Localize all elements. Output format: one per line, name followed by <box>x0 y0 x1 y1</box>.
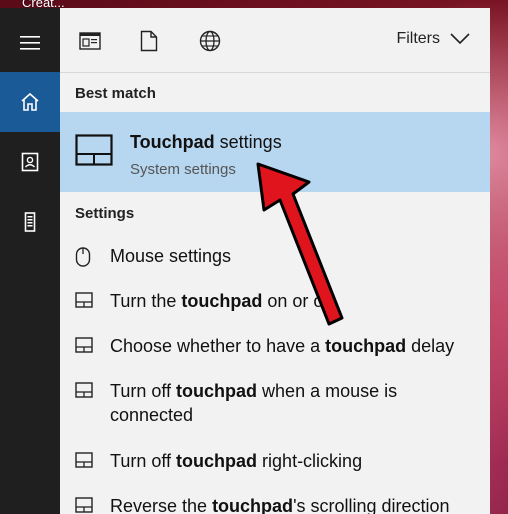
result-text: Mouse settings <box>110 246 232 266</box>
result-touchpad-delay[interactable]: Choose whether to have a touchpad delay <box>60 334 490 364</box>
result-text-post: delay <box>406 336 455 356</box>
result-text-pre: Turn off <box>110 381 177 401</box>
result-touchpad-mouse-connected[interactable]: Turn off touchpad when a mouse is connec… <box>60 379 490 429</box>
result-touchpad-right-click[interactable]: Turn off touchpad right-clicking <box>60 449 490 479</box>
result-text-post: on or off <box>262 291 334 311</box>
device-button[interactable] <box>0 192 60 252</box>
web-filter-button[interactable] <box>198 29 222 53</box>
filters-label: Filters <box>396 30 440 47</box>
result-text-pre: Turn the <box>110 291 182 311</box>
touchpad-icon <box>75 134 113 166</box>
best-match-title: Touchpad settings <box>130 132 282 153</box>
documents-filter-button[interactable] <box>137 29 161 53</box>
best-match-title-rest: settings <box>214 132 282 152</box>
settings-heading: Settings <box>75 205 135 222</box>
touchpad-icon <box>75 382 93 398</box>
apps-icon <box>79 32 101 50</box>
home-button[interactable] <box>0 72 60 132</box>
result-text-post: right-clicking <box>257 451 363 471</box>
touchpad-icon <box>75 337 93 353</box>
best-match-result[interactable]: Touchpad settings System settings <box>60 112 490 192</box>
tower-device-icon <box>24 212 36 232</box>
search-toolbar: Filters <box>60 8 490 72</box>
toolbar-divider <box>60 72 490 73</box>
touchpad-icon <box>75 452 93 468</box>
search-results-panel: Filters Best match Touchpad settings Sys… <box>60 8 490 514</box>
notebook-button[interactable] <box>0 132 60 192</box>
hamburger-menu-icon <box>20 36 40 50</box>
menu-button[interactable] <box>0 13 60 73</box>
web-icon <box>199 30 221 52</box>
filters-dropdown[interactable]: Filters <box>396 30 470 48</box>
result-text-pre: Turn off <box>110 451 177 471</box>
result-turn-touchpad-on-off[interactable]: Turn the touchpad on or off <box>60 289 490 319</box>
documents-icon <box>140 30 158 52</box>
result-touchpad-scroll-direction[interactable]: Reverse the touchpad's scrolling directi… <box>60 494 490 514</box>
touchpad-icon <box>75 497 93 513</box>
result-text-bold: touchpad <box>176 381 258 401</box>
result-text-bold: touchpad <box>181 291 263 311</box>
result-text-pre: Reverse the <box>110 496 213 514</box>
best-match-subtitle: System settings <box>130 161 236 178</box>
best-match-heading: Best match <box>75 85 156 102</box>
touchpad-icon <box>75 292 93 308</box>
mouse-icon <box>75 247 91 267</box>
result-text-pre: Choose whether to have a <box>110 336 326 356</box>
result-mouse-settings[interactable]: Mouse settings <box>60 244 490 274</box>
start-rail <box>0 8 60 514</box>
result-text-bold: touchpad <box>325 336 407 356</box>
chevron-down-icon <box>450 33 470 45</box>
notebook-icon <box>21 152 39 172</box>
home-icon <box>21 92 39 111</box>
result-text-bold: touchpad <box>212 496 294 514</box>
result-text-bold: touchpad <box>176 451 258 471</box>
apps-filter-button[interactable] <box>78 29 102 53</box>
result-text-post: 's scrolling direction <box>293 496 450 514</box>
best-match-title-bold: Touchpad <box>130 132 215 152</box>
